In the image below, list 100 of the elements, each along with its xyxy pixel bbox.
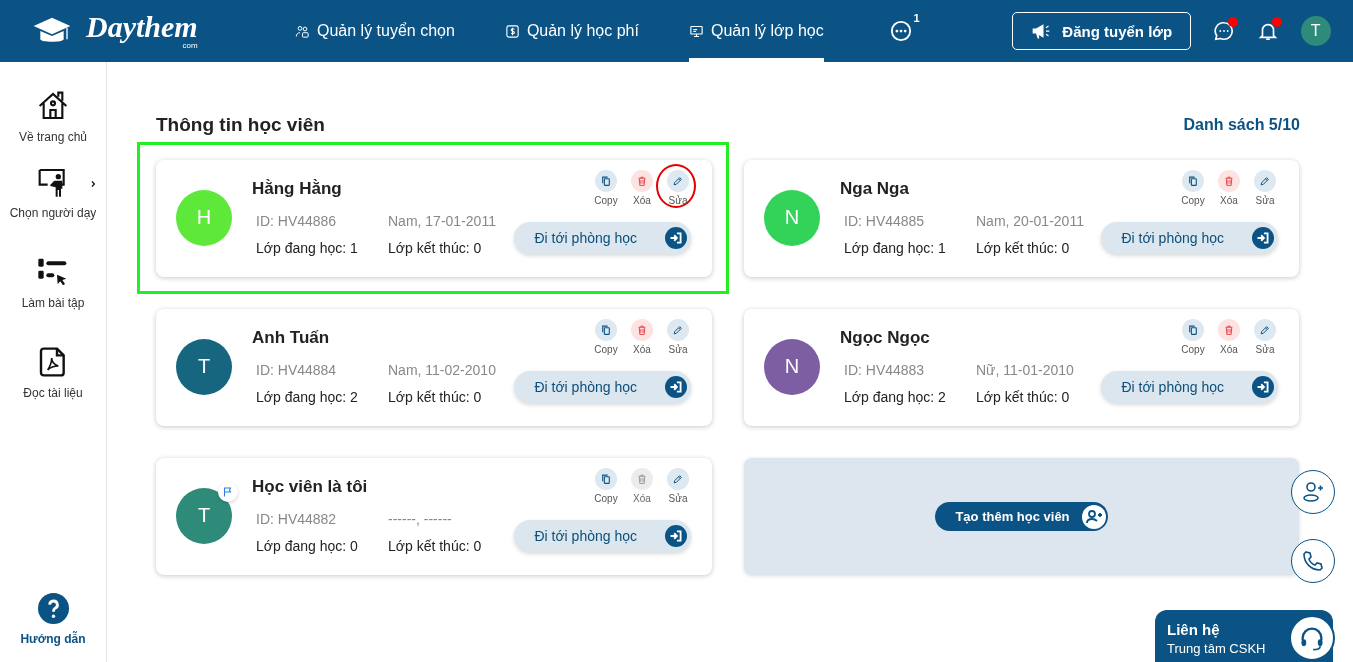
sidebar-item[interactable]: Làm bài tập	[0, 256, 107, 310]
sidebar-item[interactable]: Đọc tài liệu	[0, 346, 107, 400]
finished-classes-count: Lớp kết thúc: 0	[388, 538, 483, 554]
contact-panel[interactable]: Liên hệ Trung tâm CSKH	[1155, 610, 1333, 662]
copy-action[interactable]: Copy	[590, 170, 622, 206]
enter-icon	[665, 376, 687, 398]
list-count: Danh sách 5/10	[1183, 116, 1300, 134]
copy-icon	[595, 468, 617, 490]
quiz-icon	[37, 256, 69, 288]
sidebar-item[interactable]: Về trang chủ	[0, 90, 107, 144]
finished-classes-count: Lớp kết thúc: 0	[388, 240, 483, 256]
enter-icon	[1252, 227, 1274, 249]
student-name: Ngọc Ngọc	[840, 328, 931, 348]
trash-icon	[631, 319, 653, 341]
add-user-icon	[1081, 504, 1106, 529]
student-gender-birthdate: Nữ, 11-01-2010	[976, 362, 1075, 378]
enter-icon	[665, 227, 687, 249]
go-to-classroom-button[interactable]: Đi tới phòng học	[1101, 222, 1278, 254]
pencil-icon	[1254, 170, 1276, 192]
delete-action[interactable]: Xóa	[1213, 319, 1245, 355]
student-id: ID: HV44884	[256, 362, 338, 378]
nav-tab[interactable]: Quản lý tuyển chọn	[295, 0, 455, 62]
enter-icon	[1252, 376, 1274, 398]
delete-action[interactable]: Xóa	[626, 170, 658, 206]
trash-icon	[631, 170, 653, 192]
go-to-classroom-button[interactable]: Đi tới phòng học	[514, 371, 691, 403]
nav-tab[interactable]: Quản lý học phí	[504, 0, 639, 62]
phone-icon	[1301, 549, 1325, 573]
student-id: ID: HV44886	[256, 213, 338, 229]
logo-suffix: com	[182, 42, 198, 50]
help-link[interactable]: Hướng dẫn	[20, 593, 86, 646]
go-to-classroom-button[interactable]: Đi tới phòng học	[514, 520, 691, 552]
sidebar-item[interactable]: Chọn người dạy	[0, 166, 107, 220]
student-name: Nga Nga	[840, 179, 910, 199]
trash-icon	[1218, 170, 1240, 192]
student-avatar: T	[176, 487, 232, 544]
people-icon	[295, 23, 310, 39]
user-avatar[interactable]: T	[1300, 16, 1331, 46]
student-name: Anh Tuấn	[252, 328, 331, 348]
student-avatar: N	[764, 338, 820, 395]
phone-button[interactable]	[1291, 539, 1335, 583]
contact-subtitle: Trung tâm CSKH	[1167, 640, 1267, 656]
logo-text[interactable]: Daythem	[86, 12, 198, 42]
go-to-classroom-button[interactable]: Đi tới phòng học	[1101, 371, 1278, 403]
copy-action[interactable]: Copy	[590, 468, 622, 504]
pencil-icon	[1254, 319, 1276, 341]
edit-action[interactable]: Sửa	[662, 319, 694, 355]
trash-icon	[1218, 319, 1240, 341]
delete-action[interactable]: Xóa	[626, 319, 658, 355]
pencil-icon	[667, 468, 689, 490]
delete-action[interactable]: Xóa	[1213, 170, 1245, 206]
add-user-button[interactable]	[1291, 470, 1335, 514]
student-name: Học viên là tôi	[252, 477, 369, 497]
finished-classes-count: Lớp kết thúc: 0	[388, 389, 483, 405]
student-avatar: H	[176, 189, 232, 246]
student-avatar: N	[764, 189, 820, 246]
finished-classes-count: Lớp kết thúc: 0	[976, 240, 1071, 256]
student-gender-birthdate: Nam, 11-02-2010	[388, 362, 497, 378]
student-name: Hằng Hằng	[252, 179, 343, 199]
help-icon	[37, 593, 69, 624]
active-classes-count: Lớp đang học: 1	[844, 240, 947, 256]
page-title: Thông tin học viên	[156, 114, 325, 136]
copy-action[interactable]: Copy	[1177, 319, 1209, 355]
student-id: ID: HV44885	[844, 213, 926, 229]
pencil-icon	[667, 319, 689, 341]
home-icon	[37, 90, 69, 122]
student-avatar: T	[176, 338, 232, 395]
student-gender-birthdate: Nam, 20-01-2011	[976, 213, 1085, 229]
copy-action[interactable]: Copy	[1177, 170, 1209, 206]
go-to-classroom-button[interactable]: Đi tới phòng học	[514, 222, 691, 254]
copy-icon	[595, 170, 617, 192]
active-classes-count: Lớp đang học: 0	[256, 538, 359, 554]
active-classes-count: Lớp đang học: 2	[844, 389, 947, 405]
copy-icon	[1182, 170, 1204, 192]
contact-title: Liên hệ	[1167, 620, 1221, 638]
add-user-icon	[1301, 480, 1325, 504]
edit-action[interactable]: Sửa	[662, 170, 694, 206]
add-student-button[interactable]: Tạo thêm học viên	[935, 502, 1108, 531]
edit-action[interactable]: Sửa	[1249, 319, 1281, 355]
finished-classes-count: Lớp kết thúc: 0	[976, 389, 1071, 405]
active-classes-count: Lớp đang học: 2	[256, 389, 359, 405]
edit-action[interactable]: Sửa	[662, 468, 694, 504]
nav-tab[interactable]: Quản lý lớp học	[688, 0, 824, 62]
copy-action[interactable]: Copy	[590, 319, 622, 355]
student-id: ID: HV44883	[844, 362, 926, 378]
copy-icon	[1182, 319, 1204, 341]
presentation-board-icon	[688, 23, 704, 39]
dollar-icon	[504, 23, 520, 39]
more-icon[interactable]	[889, 20, 912, 42]
post-class-button[interactable]: Đăng tuyển lớp	[1011, 12, 1191, 50]
chat-icon[interactable]	[1212, 20, 1235, 42]
copy-icon	[595, 319, 617, 341]
edit-action[interactable]: Sửa	[1249, 170, 1281, 206]
student-gender-birthdate: Nam, 17-01-2011	[388, 213, 497, 229]
enter-icon	[665, 525, 687, 547]
student-gender-birthdate: ------, ------	[388, 511, 453, 527]
trash-icon	[631, 468, 653, 490]
student-id: ID: HV44882	[256, 511, 338, 527]
pencil-icon	[667, 170, 689, 192]
active-classes-count: Lớp đang học: 1	[256, 240, 359, 256]
